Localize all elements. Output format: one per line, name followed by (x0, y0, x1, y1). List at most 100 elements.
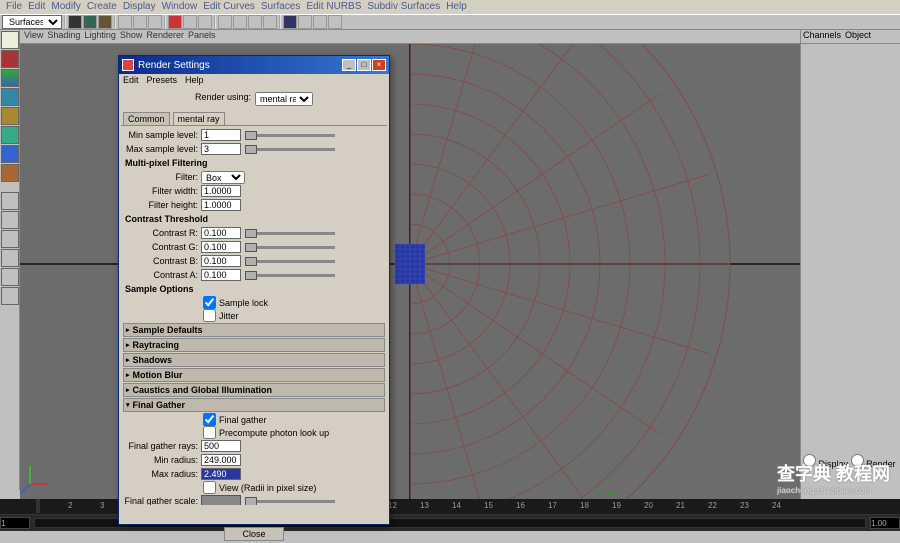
vp-menu-panels[interactable]: Panels (188, 30, 216, 43)
dlg-menu-presets[interactable]: Presets (147, 75, 178, 87)
layout-icon[interactable] (1, 192, 19, 210)
render-icon[interactable] (328, 15, 342, 29)
menu-display[interactable]: Display (121, 1, 158, 13)
max-sample-slider[interactable] (245, 148, 335, 151)
jitter-check[interactable] (203, 309, 216, 322)
menu-help[interactable]: Help (444, 1, 469, 13)
vp-menu-show[interactable]: Show (120, 30, 143, 43)
filter-select[interactable]: Box (201, 171, 245, 184)
sample-lock-check[interactable] (203, 296, 216, 309)
tab-mentalray[interactable]: mental ray (173, 112, 225, 125)
dialog-titlebar[interactable]: Render Settings _ □ × (119, 56, 389, 74)
sec-caustics-gi[interactable]: Caustics and Global Illumination (123, 383, 385, 397)
tool-sidebar (0, 30, 20, 490)
minimize-icon[interactable]: _ (342, 59, 356, 71)
shelf-icon[interactable] (248, 15, 262, 29)
settings-scroll[interactable]: Min sample level: Max sample level: Mult… (121, 125, 387, 505)
tab-channels[interactable]: Channels (803, 30, 841, 43)
fg-minr-field[interactable] (201, 454, 241, 466)
tool-icon[interactable] (1, 126, 19, 144)
fg-scale-label: Final gather scale: (123, 496, 201, 505)
tool-icon[interactable] (1, 145, 19, 163)
fg-scale-swatch[interactable] (201, 495, 241, 505)
filter-label: Filter: (123, 172, 201, 182)
cg-field[interactable] (201, 241, 241, 253)
layout-icon[interactable] (1, 211, 19, 229)
sec-motion-blur[interactable]: Motion Blur (123, 368, 385, 382)
tab-object[interactable]: Object (845, 30, 871, 43)
shelf-icon[interactable] (133, 15, 147, 29)
snap-icon[interactable] (183, 15, 197, 29)
render-icon[interactable] (283, 15, 297, 29)
shelf-icon[interactable] (263, 15, 277, 29)
vp-menu-shading[interactable]: Shading (47, 30, 80, 43)
sec-sample-defaults[interactable]: Sample Defaults (123, 323, 385, 337)
menu-create[interactable]: Create (85, 1, 119, 13)
range-start-field[interactable] (0, 517, 30, 529)
min-sample-field[interactable] (201, 129, 241, 141)
scale-tool-icon[interactable] (1, 107, 19, 125)
menu-subdiv[interactable]: Subdiv Surfaces (365, 1, 442, 13)
fg-maxr-field[interactable] (201, 468, 241, 480)
shelf-icon[interactable] (98, 15, 112, 29)
shelf-icon[interactable] (118, 15, 132, 29)
select-tool-icon[interactable] (1, 31, 19, 49)
close-icon[interactable]: × (372, 59, 386, 71)
shelf-icon[interactable] (218, 15, 232, 29)
menu-window[interactable]: Window (160, 1, 200, 13)
sec-final-gather[interactable]: Final Gather (123, 398, 385, 412)
shelf-icon[interactable] (83, 15, 97, 29)
menu-editcurves[interactable]: Edit Curves (201, 1, 257, 13)
menu-modify[interactable]: Modify (49, 1, 82, 13)
precompute-check[interactable] (203, 426, 216, 439)
vp-menu-lighting[interactable]: Lighting (84, 30, 116, 43)
close-button[interactable]: Close (224, 527, 284, 541)
cr-field[interactable] (201, 227, 241, 239)
fg-check[interactable] (203, 413, 216, 426)
filter-height-field[interactable] (201, 199, 241, 211)
min-sample-slider[interactable] (245, 134, 335, 137)
cr-slider[interactable] (245, 232, 335, 235)
vp-menu-view[interactable]: View (24, 30, 43, 43)
ca-slider[interactable] (245, 274, 335, 277)
fg-rays-field[interactable] (201, 440, 241, 452)
range-end-field[interactable] (870, 517, 900, 529)
maximize-icon[interactable]: □ (357, 59, 371, 71)
max-sample-field[interactable] (201, 143, 241, 155)
layout-icon[interactable] (1, 230, 19, 248)
rotate-tool-icon[interactable] (1, 88, 19, 106)
layout-icon[interactable] (1, 249, 19, 267)
menu-file[interactable]: File (4, 1, 24, 13)
cg-slider[interactable] (245, 246, 335, 249)
lasso-tool-icon[interactable] (1, 50, 19, 68)
tool-icon[interactable] (1, 164, 19, 182)
shelf-icon[interactable] (233, 15, 247, 29)
menu-editnurbs[interactable]: Edit NURBS (304, 1, 363, 13)
shelf-icon[interactable] (148, 15, 162, 29)
menu-edit[interactable]: Edit (26, 1, 47, 13)
sec-shadows[interactable]: Shadows (123, 353, 385, 367)
render-using-select[interactable]: mental ray (255, 92, 313, 106)
ca-field[interactable] (201, 269, 241, 281)
shelf-icon[interactable] (68, 15, 82, 29)
sec-raytracing[interactable]: Raytracing (123, 338, 385, 352)
move-tool-icon[interactable] (1, 69, 19, 87)
vp-menu-renderer[interactable]: Renderer (146, 30, 184, 43)
menu-surfaces[interactable]: Surfaces (259, 1, 302, 13)
filter-width-field[interactable] (201, 185, 241, 197)
cb-field[interactable] (201, 255, 241, 267)
dlg-menu-help[interactable]: Help (185, 75, 204, 87)
module-selector[interactable]: Surfaces (2, 15, 62, 29)
layout-icon[interactable] (1, 287, 19, 305)
snap-icon[interactable] (168, 15, 182, 29)
render-icon[interactable] (313, 15, 327, 29)
fg-view-check[interactable] (203, 481, 216, 494)
layout-icon[interactable] (1, 268, 19, 286)
cb-slider[interactable] (245, 260, 335, 263)
dlg-menu-edit[interactable]: Edit (123, 75, 139, 87)
cr-label: Contrast R: (123, 228, 201, 238)
render-icon[interactable] (298, 15, 312, 29)
snap-icon[interactable] (198, 15, 212, 29)
tab-common[interactable]: Common (123, 112, 170, 125)
fg-scale-slider[interactable] (245, 500, 335, 503)
